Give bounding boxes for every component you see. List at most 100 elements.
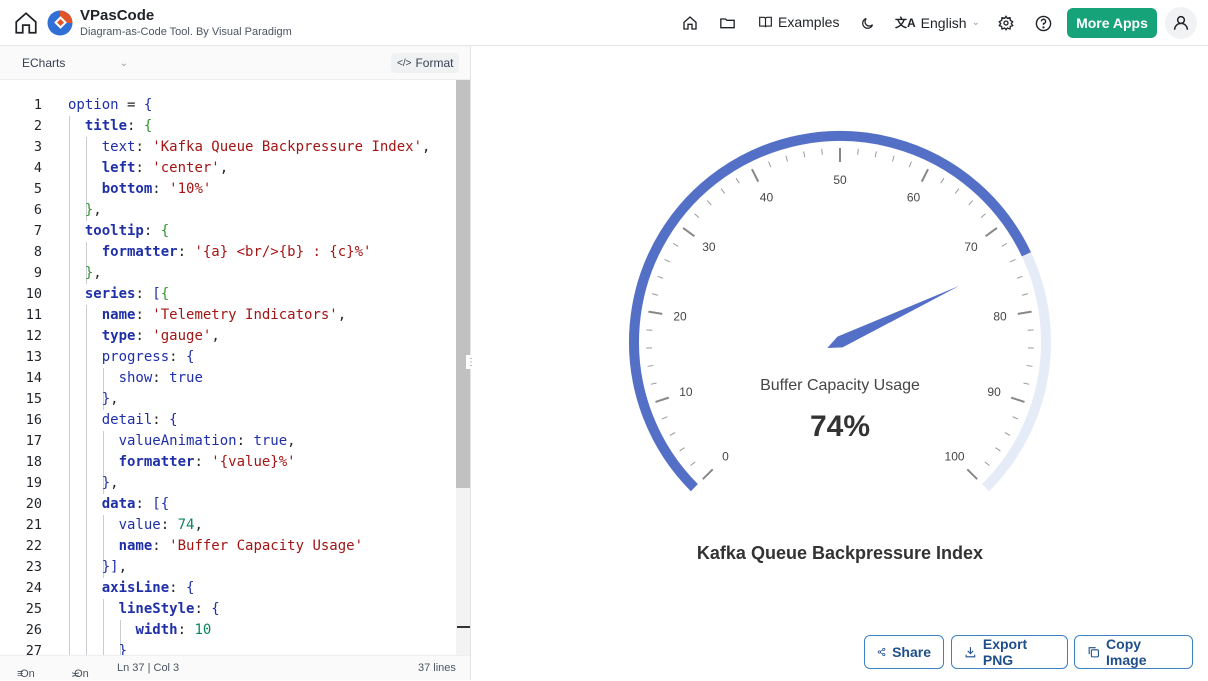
line-number: 26 <box>0 620 42 641</box>
code-line[interactable]: 12 type: 'gauge', <box>0 326 456 347</box>
help-icon[interactable] <box>1033 13 1053 33</box>
gauge-minor-tick <box>707 201 711 205</box>
chevron-down-icon: ⌄ <box>120 58 128 69</box>
code-line[interactable]: 4 left: 'center', <box>0 158 456 179</box>
code-line[interactable]: 9 }, <box>0 263 456 284</box>
code-text: title: { <box>68 116 152 137</box>
app-name: VPasCode <box>80 7 292 24</box>
code-line[interactable]: 10 series: [{ <box>0 284 456 305</box>
code-line[interactable]: 23 }], <box>0 557 456 578</box>
gauge-minor-tick <box>1027 366 1033 367</box>
code-text: valueAnimation: true, <box>68 431 296 452</box>
code-text: name: 'Telemetry Indicators', <box>68 305 346 326</box>
code-text: left: 'center', <box>68 158 228 179</box>
editor-status-bar: ≡ On ≍ On Ln 37 | Col 3 37 lines <box>0 655 470 680</box>
code-line[interactable]: 22 name: 'Buffer Capacity Usage' <box>0 536 456 557</box>
gauge-split-line <box>655 398 668 402</box>
format-button[interactable]: </> Format <box>391 53 459 73</box>
gauge-split-line <box>648 312 662 314</box>
code-text: }, <box>68 473 119 494</box>
gauge-minor-tick <box>969 201 973 205</box>
code-line[interactable]: 14 show: true <box>0 368 456 389</box>
gauge-minor-tick <box>985 462 990 466</box>
home-nav-icon[interactable] <box>680 13 700 33</box>
code-line[interactable]: 7 tooltip: { <box>0 221 456 242</box>
code-line[interactable]: 13 progress: { <box>0 347 456 368</box>
code-text: text: 'Kafka Queue Backpressure Index', <box>68 137 430 158</box>
code-line[interactable]: 8 formatter: '{a} <br/>{b} : {c}%' <box>0 242 456 263</box>
code-line[interactable]: 20 data: [{ <box>0 494 456 515</box>
diagram-type-label: ECharts <box>22 56 65 70</box>
gauge-split-line <box>1011 398 1024 402</box>
gauge-minor-tick <box>875 151 876 157</box>
share-label: Share <box>892 644 931 660</box>
code-text: formatter: '{value}%' <box>68 452 296 473</box>
line-number: 21 <box>0 515 42 536</box>
gauge-data-name: Buffer Capacity Usage <box>760 377 920 394</box>
copy-image-button[interactable]: Copy Image <box>1074 635 1193 669</box>
code-line[interactable]: 5 bottom: '10%' <box>0 179 456 200</box>
code-line[interactable]: 24 axisLine: { <box>0 578 456 599</box>
gauge-minor-tick <box>1002 243 1007 246</box>
export-png-button[interactable]: Export PNG <box>951 635 1068 669</box>
folder-icon[interactable] <box>717 13 737 33</box>
code-text: detail: { <box>68 410 178 431</box>
line-count: 37 lines <box>418 662 456 674</box>
code-line[interactable]: 16 detail: { <box>0 410 456 431</box>
gauge-minor-tick <box>680 448 685 451</box>
gauge-split-line <box>1018 312 1032 314</box>
gauge-minor-tick <box>662 417 668 419</box>
dark-mode-icon[interactable] <box>857 13 877 33</box>
code-line[interactable]: 26 width: 10 <box>0 620 456 641</box>
chevron-down-icon: ⌄ <box>972 17 980 28</box>
gauge-minor-tick <box>941 178 944 183</box>
diagram-type-select[interactable]: ECharts ⌄ <box>22 56 128 70</box>
gauge-minor-tick <box>822 149 823 155</box>
app-logo <box>46 9 74 37</box>
code-line[interactable]: 18 formatter: '{value}%' <box>0 452 456 473</box>
home-icon[interactable] <box>12 9 40 37</box>
line-number: 18 <box>0 452 42 473</box>
gear-icon[interactable] <box>996 13 1016 33</box>
user-avatar-icon[interactable] <box>1165 7 1197 39</box>
gauge-axis-label: 0 <box>722 450 729 464</box>
code-line[interactable]: 11 name: 'Telemetry Indicators', <box>0 305 456 326</box>
code-line[interactable]: 27 } <box>0 641 456 655</box>
code-line[interactable]: 6 }, <box>0 200 456 221</box>
gauge-minor-tick <box>1023 383 1029 384</box>
editor-scrollbar-thumb[interactable] <box>456 80 470 488</box>
language-select[interactable]: 文A English ⌄ <box>895 14 980 31</box>
code-line[interactable]: 19 }, <box>0 473 456 494</box>
code-line[interactable]: 21 value: 74, <box>0 515 456 536</box>
line-number: 23 <box>0 557 42 578</box>
code-text: }], <box>68 557 127 578</box>
word-wrap-toggle[interactable]: ≡ On <box>17 662 20 674</box>
line-number: 13 <box>0 347 42 368</box>
code-line[interactable]: 17 valueAnimation: true, <box>0 431 456 452</box>
code-icon: </> <box>397 58 411 69</box>
line-number: 27 <box>0 641 42 655</box>
minimap-toggle[interactable]: ≍ On <box>71 662 74 674</box>
chart-title: Kafka Queue Backpressure Index <box>697 543 983 563</box>
share-icon <box>877 645 886 659</box>
gauge-minor-tick <box>1013 417 1019 419</box>
code-line[interactable]: 25 lineStyle: { <box>0 599 456 620</box>
gauge-minor-tick <box>673 243 678 246</box>
code-line[interactable]: 1option = { <box>0 95 456 116</box>
gauge-minor-tick <box>1010 259 1015 262</box>
gauge-minor-tick <box>657 276 663 278</box>
line-number: 19 <box>0 473 42 494</box>
gauge-axis-label: 70 <box>964 240 978 254</box>
gauge-axis-label: 80 <box>993 310 1007 324</box>
code-line[interactable]: 2 title: { <box>0 116 456 137</box>
export-png-label: Export PNG <box>983 636 1055 668</box>
code-text: } <box>68 641 127 655</box>
more-apps-button[interactable]: More Apps <box>1067 8 1157 38</box>
gauge-minor-tick <box>892 156 894 162</box>
share-button[interactable]: Share <box>864 635 944 669</box>
examples-button[interactable]: Examples <box>758 14 839 30</box>
code-text-area[interactable]: 1option = {2 title: {3 text: 'Kafka Queu… <box>0 80 456 655</box>
gauge-split-line <box>752 169 758 181</box>
code-line[interactable]: 15 }, <box>0 389 456 410</box>
code-line[interactable]: 3 text: 'Kafka Queue Backpressure Index'… <box>0 137 456 158</box>
